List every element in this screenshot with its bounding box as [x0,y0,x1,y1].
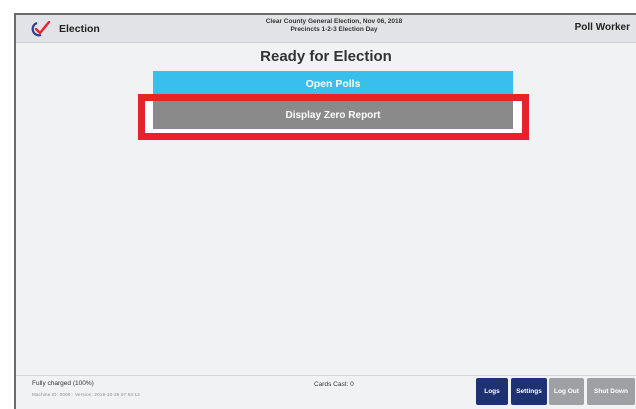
logs-button[interactable]: Logs [476,378,508,405]
display-zero-report-button[interactable]: Display Zero Report [153,101,513,129]
election-info: Clear County General Election, Nov 06, 2… [216,18,452,34]
checkmark-ballot-icon [31,21,51,37]
app-brand: Election [29,20,100,38]
battery-status: Fully charged (100%) [32,380,94,387]
shut-down-button[interactable]: Shut Down [587,378,635,405]
app-window: Election Clear County General Election, … [14,13,636,409]
footer-divider [16,375,636,376]
cards-cast-count: Cards Cast: 0 [314,381,354,388]
machine-info: Machine ID: 0000 · Version: 2018-10-26 0… [32,392,140,397]
election-title: Clear County General Election, Nov 06, 2… [265,18,403,25]
header-bar: Election Clear County General Election, … [16,15,636,43]
user-role: Poll Worker [574,22,630,33]
log-out-button[interactable]: Log Out [549,378,584,405]
precinct-line: Precincts 1-2-3 Election Day [290,26,378,33]
app-label: Election [59,23,100,35]
settings-button[interactable]: Settings [511,378,547,405]
page-title: Ready for Election [260,48,392,65]
